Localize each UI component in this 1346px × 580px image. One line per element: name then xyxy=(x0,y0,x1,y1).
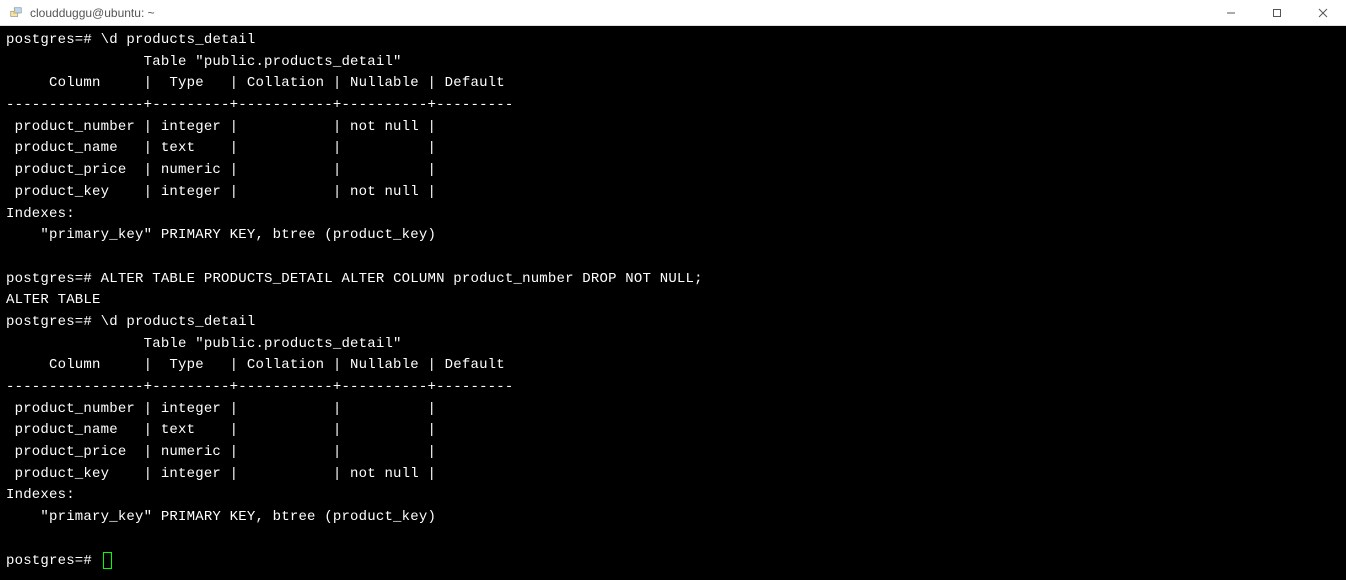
output-line: product_key | integer | | not null | xyxy=(6,184,436,200)
prompt: postgres=# xyxy=(6,314,92,330)
output-line: "primary_key" PRIMARY KEY, btree (produc… xyxy=(6,227,436,243)
terminal[interactable]: postgres=# \d products_detail Table "pub… xyxy=(0,26,1346,580)
putty-icon xyxy=(8,5,24,21)
cursor xyxy=(103,552,112,569)
output-line: product_price | numeric | | | xyxy=(6,444,436,460)
output-line: product_number | integer | | | xyxy=(6,401,436,417)
minimize-button[interactable] xyxy=(1208,0,1254,25)
prompt: postgres=# xyxy=(6,271,92,287)
output-line: ----------------+---------+-----------+-… xyxy=(6,379,513,395)
titlebar: cloudduggu@ubuntu: ~ xyxy=(0,0,1346,26)
output-line: Column | Type | Collation | Nullable | D… xyxy=(6,357,505,373)
output-line: ALTER TABLE xyxy=(6,292,101,308)
prompt: postgres=# xyxy=(6,32,92,48)
output-line: product_name | text | | | xyxy=(6,140,436,156)
close-button[interactable] xyxy=(1300,0,1346,25)
output-line: Indexes: xyxy=(6,206,75,222)
output-line: product_name | text | | | xyxy=(6,422,436,438)
output-line: product_number | integer | | not null | xyxy=(6,119,436,135)
window-controls xyxy=(1208,0,1346,25)
command-text: \d products_detail xyxy=(101,314,256,330)
output-line: "primary_key" PRIMARY KEY, btree (produc… xyxy=(6,509,436,525)
command-text: ALTER TABLE PRODUCTS_DETAIL ALTER COLUMN… xyxy=(101,271,703,287)
output-line: Indexes: xyxy=(6,487,75,503)
output-line: ----------------+---------+-----------+-… xyxy=(6,97,513,113)
maximize-button[interactable] xyxy=(1254,0,1300,25)
output-line: product_price | numeric | | | xyxy=(6,162,436,178)
prompt: postgres=# xyxy=(6,553,92,569)
window-title: cloudduggu@ubuntu: ~ xyxy=(30,6,155,20)
output-line: Column | Type | Collation | Nullable | D… xyxy=(6,75,505,91)
output-line: Table "public.products_detail" xyxy=(6,54,402,70)
output-line: product_key | integer | | not null | xyxy=(6,466,436,482)
command-text: \d products_detail xyxy=(101,32,256,48)
output-line: Table "public.products_detail" xyxy=(6,336,402,352)
